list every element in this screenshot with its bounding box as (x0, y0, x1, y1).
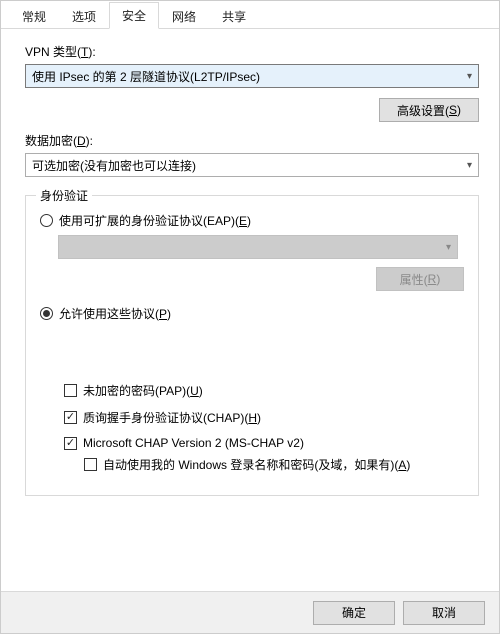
checkbox-icon (64, 437, 77, 450)
vpn-type-select[interactable]: 使用 IPsec 的第 2 层隧道协议(L2TP/IPsec) ▾ (25, 64, 479, 88)
tabs-bar: 常规 选项 安全 网络 共享 (1, 1, 499, 29)
checkbox-icon (64, 384, 77, 397)
encryption-label: 数据加密(D): (25, 132, 479, 149)
chevron-down-icon: ▾ (446, 242, 451, 253)
encryption-value: 可选加密(没有加密也可以连接) (32, 157, 196, 174)
advanced-settings-button[interactable]: 高级设置(S) (379, 98, 479, 122)
tab-security[interactable]: 安全 (109, 2, 159, 29)
eap-radio-row[interactable]: 使用可扩展的身份验证协议(EAP)(E) (40, 212, 464, 229)
mschap-label: Microsoft CHAP Version 2 (MS-CHAP v2) (83, 436, 304, 450)
chevron-down-icon: ▾ (467, 160, 472, 171)
chevron-down-icon: ▾ (467, 71, 472, 82)
tab-network[interactable]: 网络 (159, 3, 209, 29)
chap-label: 质询握手身份验证协议(CHAP)(H) (83, 409, 261, 426)
chap-checkbox-row[interactable]: 质询握手身份验证协议(CHAP)(H) (64, 409, 464, 426)
vpn-type-value: 使用 IPsec 的第 2 层隧道协议(L2TP/IPsec) (32, 68, 260, 85)
checkbox-icon (64, 411, 77, 424)
pap-checkbox-row[interactable]: 未加密的密码(PAP)(U) (64, 382, 464, 399)
ok-button[interactable]: 确定 (313, 601, 395, 625)
protocols-radio-row[interactable]: 允许使用这些协议(P) (40, 305, 464, 322)
checkbox-icon (84, 458, 97, 471)
vpn-type-label: VPN 类型(T): (25, 43, 479, 60)
auth-legend: 身份验证 (36, 187, 92, 204)
cancel-button[interactable]: 取消 (403, 601, 485, 625)
auto-logon-label: 自动使用我的 Windows 登录名称和密码(及域，如果有)(A) (103, 456, 410, 473)
protocols-radio-label: 允许使用这些协议(P) (59, 305, 171, 322)
radio-icon (40, 307, 53, 320)
eap-method-select: ▾ (58, 235, 458, 259)
tab-options[interactable]: 选项 (59, 3, 109, 29)
dialog-footer: 确定 取消 (1, 591, 499, 633)
tab-sharing[interactable]: 共享 (209, 3, 259, 29)
auth-fieldset: 身份验证 使用可扩展的身份验证协议(EAP)(E) ▾ 属性(R) 允许使用这些… (25, 195, 479, 496)
mschap-checkbox-row[interactable]: Microsoft CHAP Version 2 (MS-CHAP v2) (64, 436, 464, 450)
eap-radio-label: 使用可扩展的身份验证协议(EAP)(E) (59, 212, 251, 229)
radio-icon (40, 214, 53, 227)
encryption-select[interactable]: 可选加密(没有加密也可以连接) ▾ (25, 153, 479, 177)
auto-logon-checkbox-row[interactable]: 自动使用我的 Windows 登录名称和密码(及域，如果有)(A) (84, 456, 464, 473)
pap-label: 未加密的密码(PAP)(U) (83, 382, 203, 399)
eap-properties-button: 属性(R) (376, 267, 464, 291)
tab-general[interactable]: 常规 (9, 3, 59, 29)
